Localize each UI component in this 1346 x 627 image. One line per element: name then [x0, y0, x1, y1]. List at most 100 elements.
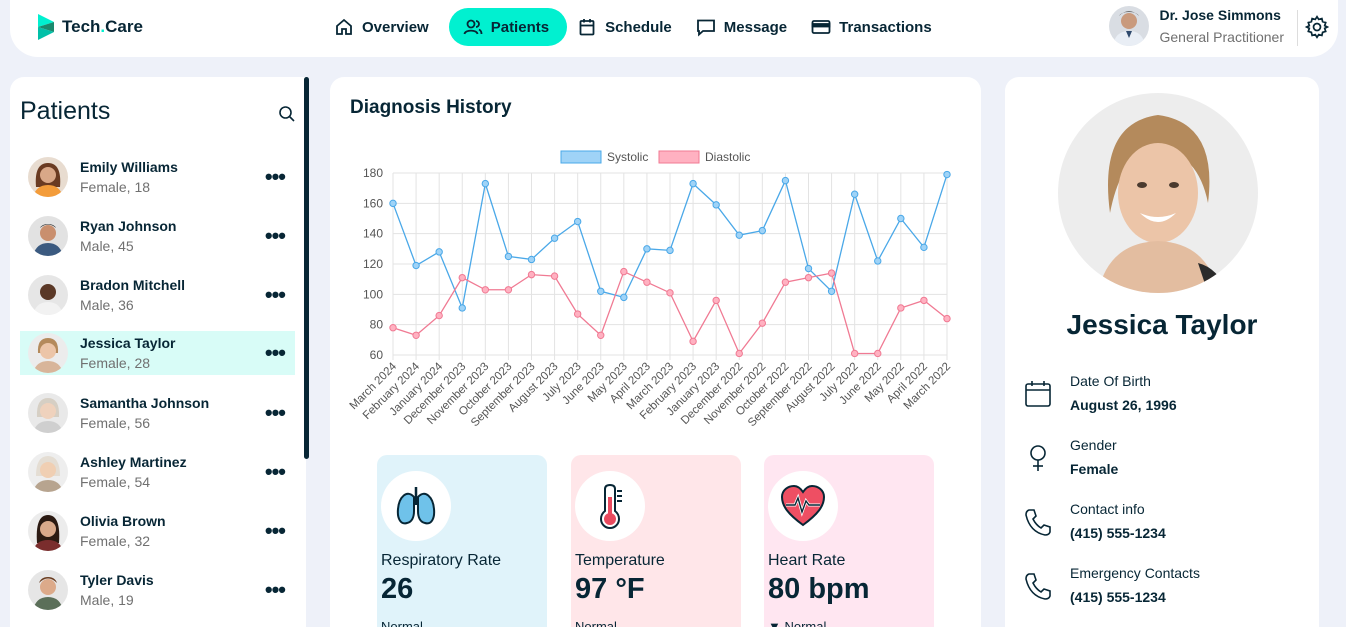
y-tick-label: 180: [363, 166, 383, 180]
patient-name: Emily Williams: [80, 158, 178, 175]
data-point-systolic: [597, 287, 605, 296]
data-point-systolic: [389, 199, 397, 208]
avatar: [28, 451, 68, 492]
heart-icon: [780, 484, 826, 527]
patient-name: Tyler Davis: [80, 571, 154, 588]
vital-value: 80 bpm: [768, 573, 870, 605]
patient-row-bradon-mitchell[interactable]: Bradon Mitchell Male, 36 •••: [20, 265, 295, 324]
nav-overview[interactable]: Overview: [330, 8, 443, 46]
data-point-diastolic: [827, 269, 836, 277]
avatar: [28, 392, 68, 433]
info-value: Female: [1070, 461, 1119, 477]
more-options-icon[interactable]: •••: [265, 460, 286, 482]
nav-schedule[interactable]: Schedule: [573, 8, 686, 46]
patient-row-olivia-brown[interactable]: Olivia Brown Female, 32 •••: [20, 501, 295, 560]
nav-transactions-label: Transactions: [839, 18, 932, 36]
data-point-diastolic: [781, 278, 790, 286]
calendar-icon: [579, 19, 595, 36]
users-icon: [463, 19, 483, 35]
info-label: Emergency Contacts: [1070, 565, 1200, 581]
legend-swatch: [658, 150, 700, 164]
data-point-systolic: [435, 248, 443, 256]
data-point-diastolic: [389, 324, 397, 332]
y-tick-label: 100: [363, 287, 383, 301]
patient-row-emily-williams[interactable]: Emily Williams Female, 18 •••: [20, 147, 295, 206]
patient-meta: Female, 32: [80, 532, 151, 549]
more-options-icon[interactable]: •••: [265, 342, 286, 364]
data-point-diastolic: [458, 273, 466, 282]
data-point-systolic: [781, 176, 790, 185]
heart-icon-badge: [768, 471, 838, 541]
data-point-systolic: [481, 179, 490, 188]
patient-name: Ashley Martinez: [80, 453, 187, 470]
data-point-diastolic: [412, 331, 420, 339]
patient-meta: Female, 56: [80, 414, 151, 431]
vital-status: Normal: [575, 619, 617, 627]
data-point-diastolic: [874, 349, 882, 358]
patient-row-jessica-taylor[interactable]: Jessica Taylor Female, 28 •••: [20, 331, 295, 375]
vital-card-heart-rate[interactable]: Heart Rate 80 bpm ▼ Normal: [764, 455, 934, 627]
vital-status: Normal: [381, 619, 423, 627]
data-point-systolic: [666, 246, 674, 255]
credit-card-icon: [811, 20, 831, 34]
more-options-icon[interactable]: •••: [265, 401, 286, 423]
female-icon: [1030, 445, 1046, 471]
more-options-icon[interactable]: •••: [265, 165, 286, 187]
logo[interactable]: Tech.Care: [38, 14, 143, 40]
nav-patients[interactable]: Patients: [448, 8, 568, 46]
more-options-icon[interactable]: •••: [265, 578, 286, 600]
home-icon: [336, 18, 352, 35]
data-point-systolic: [874, 257, 882, 265]
data-point-systolic: [504, 252, 513, 261]
patient-name: Jessica Taylor: [80, 335, 176, 351]
gear-icon[interactable]: [1304, 14, 1330, 40]
logo-text: Tech.Care: [62, 17, 143, 36]
patient-name-heading: Jessica Taylor: [1066, 309, 1258, 340]
data-point-systolic: [689, 179, 697, 188]
doctor-profile[interactable]: Dr. Jose Simmons General Practitioner: [1109, 6, 1284, 46]
patient-meta: Male, 19: [80, 591, 134, 608]
nav-message[interactable]: Message: [692, 8, 801, 46]
more-options-icon[interactable]: •••: [265, 224, 286, 246]
nav-schedule-label: Schedule: [605, 18, 672, 36]
patient-name: Bradon Mitchell: [80, 276, 186, 293]
data-point-systolic: [920, 243, 928, 252]
vital-card-respiratory-rate[interactable]: Respiratory Rate 26 Normal: [377, 455, 547, 627]
info-contact: Contact info (415) 555-1234: [1023, 501, 1303, 541]
vital-card-temperature[interactable]: Temperature 97 °F Normal: [571, 455, 741, 627]
patient-row-samantha-johnson[interactable]: Samantha Johnson Female, 56 •••: [20, 383, 295, 442]
patient-row-tyler-davis[interactable]: Tyler Davis Male, 19 •••: [20, 560, 295, 619]
patients-panel: Patients Emily Williams Female, 18 ••• Ry…: [10, 77, 306, 627]
calendar-icon: [1025, 381, 1051, 407]
data-point-diastolic: [435, 311, 443, 320]
thermometer-icon: [599, 483, 622, 529]
y-tick-label: 60: [370, 348, 384, 362]
doctor-name: Dr. Jose Simmons: [1159, 7, 1281, 23]
patient-row-ashley-martinez[interactable]: Ashley Martinez Female, 54 •••: [20, 442, 295, 501]
y-tick-label: 120: [363, 257, 383, 271]
data-point-systolic: [412, 261, 420, 270]
data-point-systolic: [804, 264, 813, 273]
vital-value: 97 °F: [575, 573, 645, 605]
patient-meta: Female, 18: [80, 178, 151, 195]
data-point-diastolic: [643, 278, 651, 286]
avatar: [28, 569, 68, 610]
more-options-icon[interactable]: •••: [265, 283, 286, 305]
data-point-diastolic: [943, 314, 951, 323]
search-icon[interactable]: [278, 105, 296, 123]
patient-row-ryan-johnson[interactable]: Ryan Johnson Male, 45 •••: [20, 206, 295, 265]
data-point-systolic: [643, 245, 651, 253]
patient-name: Samantha Johnson: [80, 394, 210, 411]
vital-label: Respiratory Rate: [381, 552, 502, 569]
patients-scrollbar[interactable]: [304, 77, 309, 459]
doctor-avatar: [1109, 6, 1150, 46]
nav-transactions[interactable]: Transactions: [807, 8, 946, 46]
patient-photo: [1058, 93, 1258, 293]
data-point-systolic: [458, 304, 466, 312]
chat-icon: [696, 19, 715, 37]
phone-icon: [1025, 509, 1051, 536]
data-point-systolic: [573, 217, 582, 226]
thermometer-icon-badge: [575, 471, 645, 541]
more-options-icon[interactable]: •••: [265, 519, 286, 541]
patient-profile-panel: Jessica Taylor Date Of Birth August 26, 1…: [1005, 77, 1319, 627]
